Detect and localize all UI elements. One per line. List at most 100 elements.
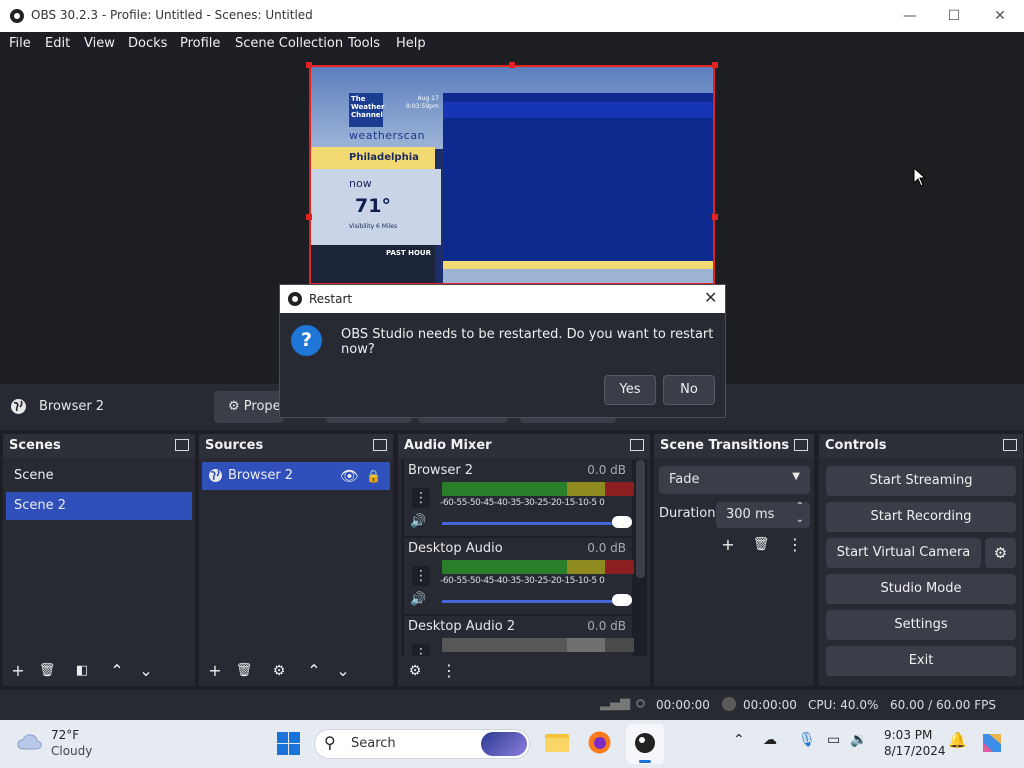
volume-slider-knob[interactable] xyxy=(612,516,632,528)
menu-docks[interactable]: Docks xyxy=(128,36,167,51)
channel-db: 0.0 dB xyxy=(587,619,626,633)
status-bar: ▂▄▆ 00:00:00 00:00:00 CPU: 40.0% 60.00 /… xyxy=(0,690,1024,720)
resize-handle[interactable] xyxy=(712,62,718,68)
mouse-cursor-icon xyxy=(913,167,927,187)
scene-item[interactable]: Scene xyxy=(6,462,192,490)
undock-icon[interactable] xyxy=(373,439,387,451)
undock-icon[interactable] xyxy=(175,439,189,451)
move-down-icon[interactable]: ⌄ xyxy=(331,659,355,683)
resize-handle[interactable] xyxy=(712,214,718,220)
move-up-icon[interactable]: ⌃ xyxy=(302,659,326,683)
channel-menu-icon[interactable]: ⋮ xyxy=(412,488,430,508)
search-icon: ⚲ xyxy=(324,733,336,752)
remove-transition-icon[interactable]: 🗑 xyxy=(749,533,773,557)
remove-scene-icon[interactable]: 🗑 xyxy=(35,659,59,683)
start-recording-button[interactable]: Start Recording xyxy=(826,502,1016,532)
speaker-icon[interactable]: 🔊 xyxy=(410,592,432,612)
weather-temp[interactable]: 72°F xyxy=(51,728,79,742)
mixer-menu-icon[interactable]: ⋮ xyxy=(437,659,461,683)
menu-bar: File Edit View Docks Profile Scene Colle… xyxy=(0,32,1024,56)
gear-icon: ⚙ xyxy=(228,399,240,414)
add-transition-icon[interactable]: + xyxy=(716,533,740,557)
duration-input[interactable]: 300 ms ⌃ ⌄ xyxy=(716,501,810,528)
transition-select[interactable]: Fade ▼ xyxy=(659,466,810,494)
volume-slider[interactable] xyxy=(442,600,632,603)
resize-handle[interactable] xyxy=(509,62,515,68)
clock-date[interactable]: 8/17/2024 xyxy=(884,744,946,758)
start-streaming-button[interactable]: Start Streaming xyxy=(826,466,1016,496)
chevron-down-icon: ▼ xyxy=(792,471,800,482)
yes-button[interactable]: Yes xyxy=(604,375,656,405)
channel-menu-icon[interactable]: ⋮ xyxy=(412,644,430,656)
menu-help[interactable]: Help xyxy=(396,36,426,51)
clock-time[interactable]: 9:03 PM xyxy=(884,728,932,742)
source-name: Browser 2 xyxy=(228,468,294,483)
controls-title: Controls xyxy=(825,438,887,453)
source-item-selected[interactable]: Browser 2 👁 🔒 xyxy=(202,462,390,490)
record-status-icon xyxy=(722,697,736,711)
notification-bell-icon[interactable]: 🔔 xyxy=(948,731,967,749)
weather-desc[interactable]: Cloudy xyxy=(51,744,92,758)
menu-file[interactable]: File xyxy=(9,36,31,51)
onedrive-icon[interactable]: ☁ xyxy=(763,732,777,748)
studio-mode-button[interactable]: Studio Mode xyxy=(826,574,1016,604)
undock-icon[interactable] xyxy=(794,439,808,451)
sources-list: Browser 2 👁 🔒 xyxy=(202,460,390,656)
close-icon[interactable]: ✕ xyxy=(990,6,1010,26)
undock-icon[interactable] xyxy=(1003,439,1017,451)
exit-button[interactable]: Exit xyxy=(826,646,1016,676)
eye-icon[interactable]: 👁 xyxy=(340,462,359,490)
volume-icon[interactable]: 🔉 xyxy=(850,732,867,748)
transition-menu-icon[interactable]: ⋮ xyxy=(783,533,807,557)
taskbar-search[interactable]: ⚲ Search xyxy=(314,729,530,759)
move-up-icon[interactable]: ⌃ xyxy=(105,659,129,683)
obs-logo-icon xyxy=(10,9,24,23)
duration-value: 300 ms xyxy=(726,507,775,522)
taskbar: 72°F Cloudy ⚲ Search ⌃ ☁ 🎙 ▭ 🔉 9:03 PM 8… xyxy=(0,720,1024,768)
add-scene-icon[interactable]: + xyxy=(6,659,30,683)
microphone-icon[interactable]: 🎙 xyxy=(798,732,816,748)
virtual-camera-settings-icon[interactable]: ⚙ xyxy=(985,538,1016,568)
menu-scene-collection[interactable]: Scene Collection xyxy=(235,36,343,51)
audio-mixer-dock: Audio Mixer Browser 2 0.0 dB ⋮ -60-55-50… xyxy=(398,434,650,686)
properties-button[interactable]: ⚙ Prope xyxy=(214,391,284,423)
network-icon[interactable]: ▭ xyxy=(827,732,840,748)
menu-tools[interactable]: Tools xyxy=(348,36,380,51)
firefox-icon[interactable] xyxy=(587,730,612,755)
menu-profile[interactable]: Profile xyxy=(180,36,220,51)
menu-view[interactable]: View xyxy=(84,36,115,51)
chevron-up-icon[interactable]: ⌃ xyxy=(733,732,745,748)
obs-taskbar-button[interactable] xyxy=(626,724,664,764)
stepper-down-icon[interactable]: ⌄ xyxy=(796,514,804,525)
stepper-up-icon[interactable]: ⌃ xyxy=(796,501,804,512)
volume-slider[interactable] xyxy=(442,522,632,525)
scene-item-selected[interactable]: Scene 2 xyxy=(6,492,192,520)
undock-icon[interactable] xyxy=(630,439,644,451)
add-source-icon[interactable]: + xyxy=(203,659,227,683)
maximize-icon[interactable]: ☐ xyxy=(944,6,964,26)
file-explorer-icon[interactable] xyxy=(544,731,570,753)
no-button[interactable]: No xyxy=(663,375,715,405)
copilot-icon[interactable] xyxy=(979,730,1005,756)
scene-transitions-dock: Scene Transitions Fade ▼ Duration 300 ms… xyxy=(654,434,814,686)
lock-icon[interactable]: 🔒 xyxy=(366,462,381,490)
settings-button[interactable]: Settings xyxy=(826,610,1016,640)
volume-slider-knob[interactable] xyxy=(612,594,632,606)
source-properties-icon[interactable]: ⚙ xyxy=(267,659,291,683)
menu-edit[interactable]: Edit xyxy=(45,36,70,51)
channel-menu-icon[interactable]: ⋮ xyxy=(412,566,430,586)
channel-db: 0.0 dB xyxy=(587,541,626,555)
start-virtual-camera-button[interactable]: Start Virtual Camera xyxy=(826,538,981,568)
minimize-icon[interactable]: — xyxy=(900,6,920,26)
scene-filters-icon[interactable]: ◧ xyxy=(70,659,94,683)
windows-start-icon[interactable] xyxy=(277,732,300,755)
advanced-audio-icon[interactable]: ⚙ xyxy=(403,659,427,683)
dialog-close-icon[interactable]: ✕ xyxy=(704,288,717,307)
speaker-icon[interactable]: 🔊 xyxy=(410,514,432,534)
remove-source-icon[interactable]: 🗑 xyxy=(232,659,256,683)
move-down-icon[interactable]: ⌄ xyxy=(134,659,158,683)
resize-handle[interactable] xyxy=(306,62,312,68)
mixer-scrollbar[interactable] xyxy=(636,460,645,578)
resize-handle[interactable] xyxy=(306,214,312,220)
meter-ticks: -60-55-50-45-40-35-30-25-20-15-10-5 0 xyxy=(440,498,605,508)
